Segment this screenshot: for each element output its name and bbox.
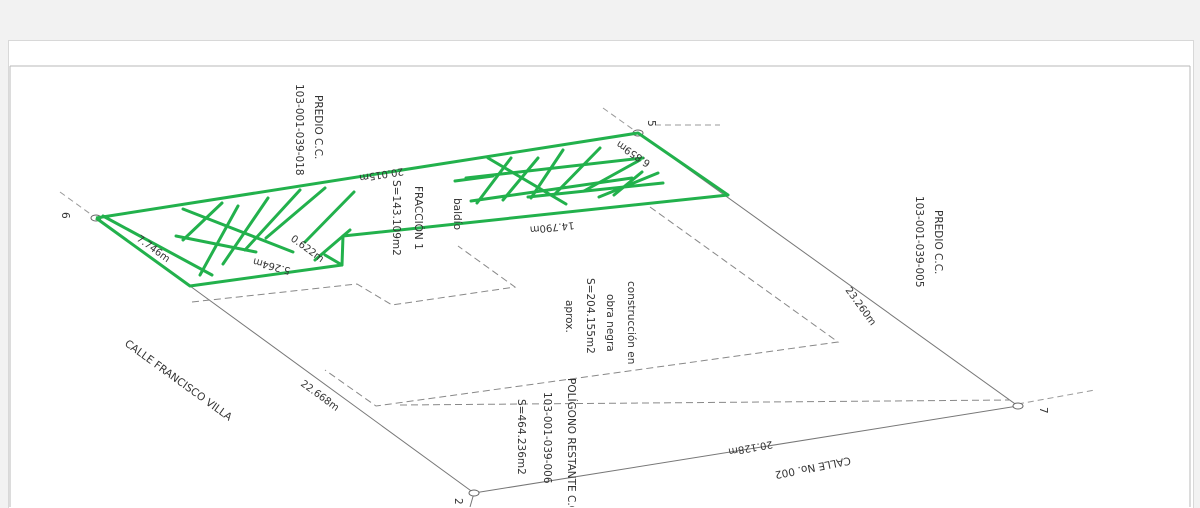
- survey-plan: 5 6 7 2 PREDIO C.C. 103-001-039-018 PRED…: [9, 65, 1191, 507]
- construccion-label-2: obra negra: [604, 294, 616, 352]
- construction-outline: [191, 206, 1011, 407]
- fraccion-label-2: FRACCIÓN 1: [412, 186, 425, 250]
- vertex-5-label: 5: [645, 120, 657, 127]
- predio-right-line1: PREDIO C.C.: [932, 210, 944, 274]
- restante-label-3: S=464.236m2: [515, 399, 527, 475]
- construccion-label-4: aprox.: [563, 300, 575, 333]
- restante-label-1: POLÍGONO RESTANTE C.C.: [565, 378, 578, 507]
- fraccion-label-1: baldío: [451, 198, 463, 230]
- measure-inner-long: 14.790m: [529, 219, 575, 235]
- predio-left-line2: 103-001-039-018: [293, 84, 305, 176]
- vertex-2-marker: [468, 489, 480, 497]
- measure-right-long: 23.260m: [843, 285, 878, 328]
- measure-bottom: 20.128m: [727, 438, 773, 457]
- fraccion-label-3: S=143.109m2: [390, 180, 402, 256]
- street-francisco-villa: CALLE FRANCISCO VILLA: [122, 338, 235, 424]
- vertex-7-marker: [1012, 402, 1024, 410]
- restante-label-2: 103-001-039-006: [541, 392, 553, 484]
- measure-notch-b: 5.264m: [252, 255, 292, 276]
- vertex-6-label: 6: [59, 212, 71, 219]
- predio-left-line1: PREDIO C.C.: [312, 95, 324, 159]
- construccion-label-1: construcción en: [625, 281, 637, 364]
- measure-left-long: 22.668m: [298, 379, 341, 414]
- construccion-label-3: S=204.155m2: [584, 278, 596, 354]
- vertex-markers: [90, 129, 1024, 497]
- street-calle-002: CALLE No. 002: [774, 454, 852, 480]
- edge-left-long: [189, 285, 475, 494]
- predio-right-line2: 103-001-039-005: [913, 196, 925, 288]
- vertex-7-label: 7: [1037, 407, 1049, 414]
- vertex-2-label: 2: [452, 498, 464, 505]
